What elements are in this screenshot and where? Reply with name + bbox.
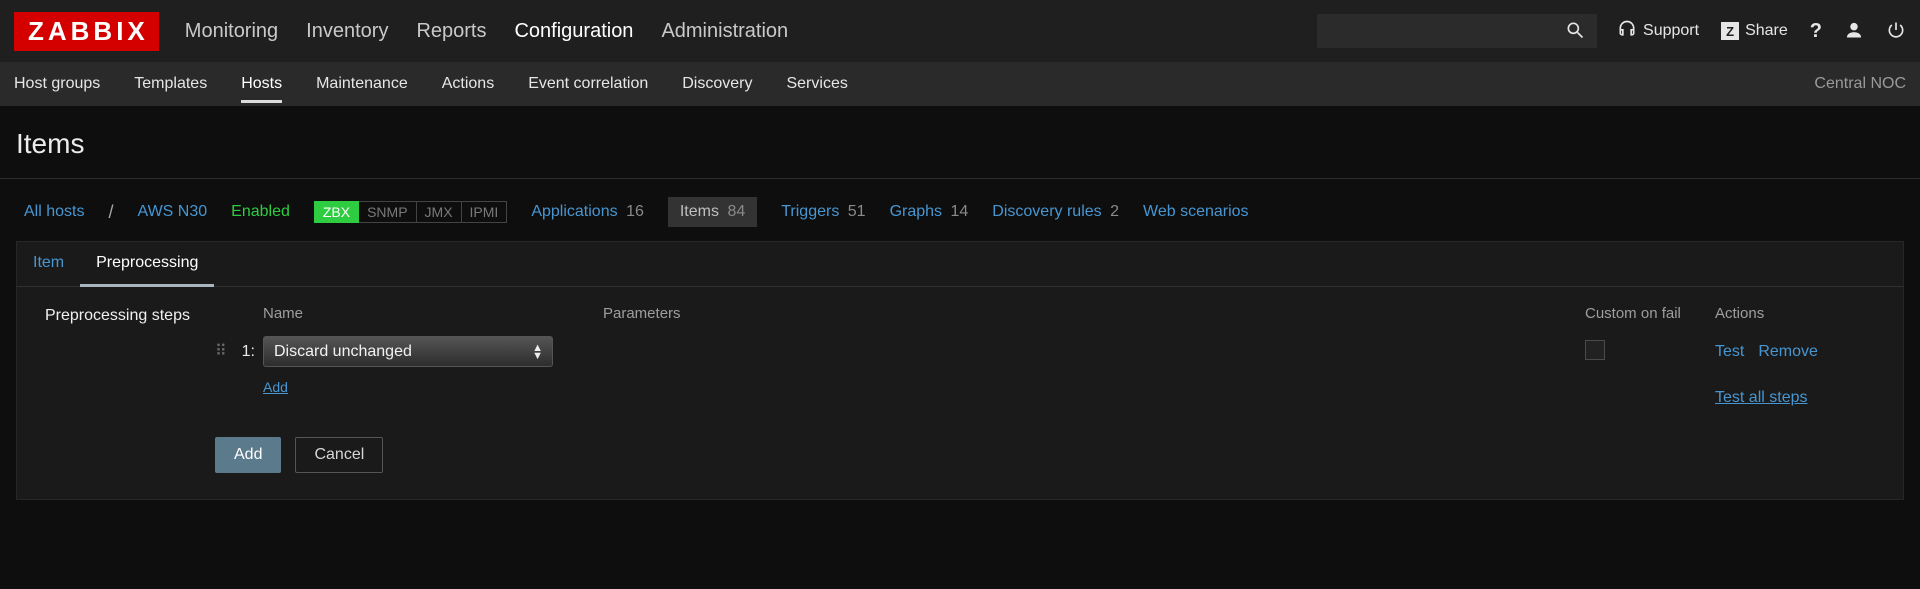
headset-icon [1617,19,1637,44]
share-link[interactable]: Z Share [1721,22,1788,40]
step-number: 1: [233,343,255,361]
proto-zbx: ZBX [314,201,359,223]
nav-reports[interactable]: Reports [416,2,486,61]
step-type-select[interactable]: Discard unchanged [263,336,553,367]
preprocessing-step-row: ⠿ 1: Discard unchanged ▲▼ [215,336,1875,367]
test-all-steps-link[interactable]: Test all steps [1715,389,1807,407]
item-form-panel: Item Preprocessing Preprocessing steps N… [16,241,1904,500]
header-custom-on-fail: Custom on fail [1585,305,1715,322]
share-label: Share [1745,22,1788,40]
nav-administration[interactable]: Administration [661,2,788,61]
top-links: Support Z Share ? [1617,19,1906,44]
nav-web-scenarios[interactable]: Web scenarios [1143,203,1249,221]
add-step-link[interactable]: Add [263,379,288,395]
subnav-maintenance[interactable]: Maintenance [316,65,408,103]
tab-preprocessing[interactable]: Preprocessing [80,242,214,287]
nav-graphs[interactable]: Graphs 14 [890,203,969,221]
steps-header: Name Parameters Custom on fail Actions [215,305,1875,322]
form-tabs: Item Preprocessing [17,242,1903,287]
subnav-actions[interactable]: Actions [442,65,494,103]
test-step-link[interactable]: Test [1715,343,1744,361]
nav-configuration[interactable]: Configuration [514,2,633,61]
top-navigation: ZABBIX Monitoring Inventory Reports Conf… [0,0,1920,62]
host-status: Enabled [231,203,290,221]
search-icon [1565,20,1585,43]
page-title: Items [0,106,1920,178]
sub-navigation: Host groups Templates Hosts Maintenance … [0,62,1920,106]
add-button[interactable]: Add [215,437,281,473]
proto-snmp: SNMP [359,201,416,223]
support-label: Support [1643,22,1699,40]
tab-item[interactable]: Item [17,242,80,286]
host-link[interactable]: AWS N30 [137,203,207,221]
proto-ipmi: IPMI [462,201,508,223]
section-label: Preprocessing steps [45,305,215,325]
search-input[interactable] [1317,14,1597,48]
nav-inventory[interactable]: Inventory [306,2,388,61]
header-name: Name [263,305,603,322]
nav-applications[interactable]: Applications 16 [531,203,644,221]
logo[interactable]: ZABBIX [14,12,159,51]
remove-step-link[interactable]: Remove [1758,343,1818,361]
help-icon[interactable]: ? [1810,20,1822,43]
header-actions: Actions [1715,305,1875,322]
all-hosts-link[interactable]: All hosts [24,203,84,221]
subnav-discovery[interactable]: Discovery [682,65,752,103]
nav-triggers[interactable]: Triggers 51 [781,203,865,221]
protocol-indicators: ZBX SNMP JMX IPMI [314,201,507,223]
proto-jmx: JMX [417,201,462,223]
share-badge-icon: Z [1721,22,1739,40]
power-icon[interactable] [1886,20,1906,43]
host-info-bar: All hosts / AWS N30 Enabled ZBX SNMP JMX… [0,179,1920,241]
nav-discovery-rules[interactable]: Discovery rules 2 [992,203,1119,221]
topnav-menu: Monitoring Inventory Reports Configurati… [185,2,788,61]
nav-monitoring[interactable]: Monitoring [185,2,278,61]
subnav-services[interactable]: Services [786,65,847,103]
subnav-templates[interactable]: Templates [134,65,207,103]
breadcrumb-separator: / [108,202,113,223]
subnav-event-correlation[interactable]: Event correlation [528,65,648,103]
instance-label: Central NOC [1814,75,1906,93]
header-parameters: Parameters [603,305,1585,322]
drag-handle-icon[interactable]: ⠿ [215,348,233,355]
cancel-button[interactable]: Cancel [295,437,383,473]
user-icon[interactable] [1844,20,1864,43]
nav-items[interactable]: Items 84 [668,197,757,227]
support-link[interactable]: Support [1617,19,1699,44]
subnav-hosts[interactable]: Hosts [241,65,282,103]
subnav-host-groups[interactable]: Host groups [14,65,100,103]
custom-on-fail-checkbox[interactable] [1585,340,1605,360]
